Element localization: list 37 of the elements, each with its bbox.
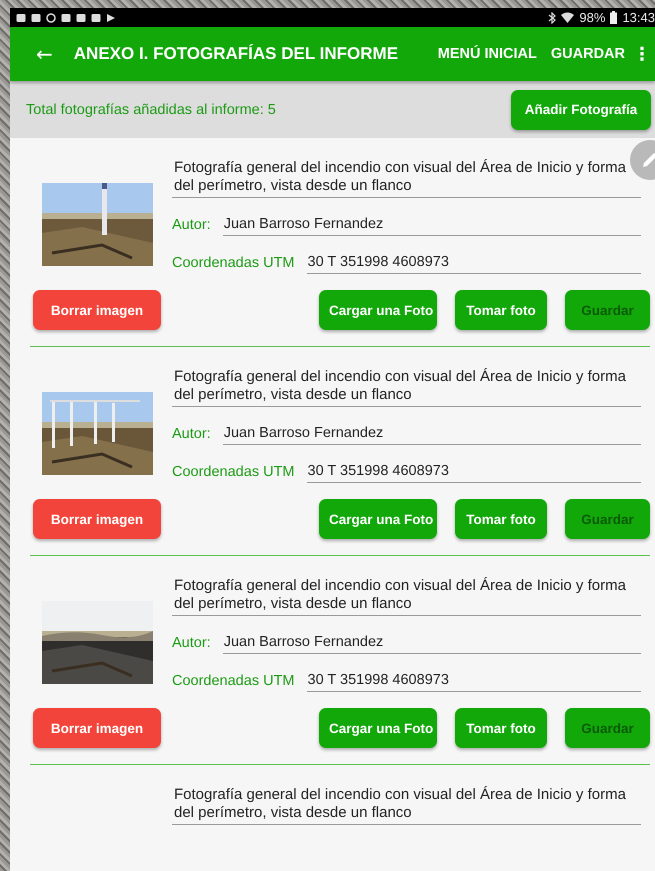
toolbar-action[interactable]: MENÚ INICIAL — [438, 46, 537, 62]
photo-action-button[interactable]: Cargar una Foto — [319, 499, 437, 539]
author-field[interactable]: Juan Barroso Fernandez — [222, 216, 641, 236]
photo-action-button[interactable]: Cargar una Foto — [319, 290, 437, 330]
photo-action-button[interactable]: Tomar foto — [455, 290, 547, 330]
photo-count: Total fotografías añadidas al informe: 5 — [26, 102, 277, 118]
battery-percentage: 98% — [579, 10, 606, 25]
author-field[interactable]: Juan Barroso Fernandez — [222, 634, 641, 654]
author-label: Autor: — [172, 635, 211, 653]
delete-image-button[interactable]: Borrar imagen — [33, 499, 161, 539]
coordinates-field[interactable]: 30 T 351998 4608973 — [306, 463, 641, 483]
overflow-menu-button[interactable]: ⋮ — [631, 44, 653, 64]
back-button[interactable]: ← — [32, 42, 57, 66]
author-field[interactable]: Juan Barroso Fernandez — [222, 425, 641, 445]
delete-image-button[interactable]: Borrar imagen — [33, 708, 161, 748]
author-label: Autor: — [172, 217, 211, 235]
wifi-icon — [561, 12, 574, 24]
bluetooth-icon — [548, 12, 556, 24]
coordinates-field[interactable]: 30 T 351998 4608973 — [306, 672, 641, 692]
screen-title: ANEXO I. FOTOGRAFÍAS DEL INFORME — [74, 44, 398, 64]
toolbar-action[interactable]: GUARDAR — [550, 46, 625, 62]
description-field[interactable]: Fotografía general del incendio con visual del Área de Inicio y forma del perímetro, vista desde un flanco — [172, 577, 641, 616]
coordinates-label: Coordenadas UTM — [172, 255, 294, 273]
coordinates-label: Coordenadas UTM — [172, 464, 294, 482]
coordinates-label: Coordenadas UTM — [172, 673, 294, 691]
photo-action-button[interactable]: Tomar foto — [455, 708, 547, 748]
description-field[interactable]: Fotografía general del incendio con visual del Área de Inicio y forma del perímetro, vista desde un flanco — [172, 368, 641, 407]
battery-icon — [610, 11, 618, 24]
author-label: Autor: — [172, 426, 211, 444]
coordinates-field[interactable]: 30 T 351998 4608973 — [306, 254, 641, 274]
photo-action-button[interactable]: Cargar una Foto — [319, 708, 437, 748]
pencil-icon — [640, 150, 655, 170]
description-field[interactable]: Fotografía general del incendio con visual del Área de Inicio y forma del perímetro, vista desde un flanco — [172, 786, 641, 825]
delete-image-button[interactable]: Borrar imagen — [33, 290, 161, 330]
photo-action-button[interactable]: Tomar foto — [455, 499, 547, 539]
add-photo-button[interactable]: Añadir Fotografía — [511, 90, 651, 130]
clock: 13:43 — [622, 10, 655, 25]
